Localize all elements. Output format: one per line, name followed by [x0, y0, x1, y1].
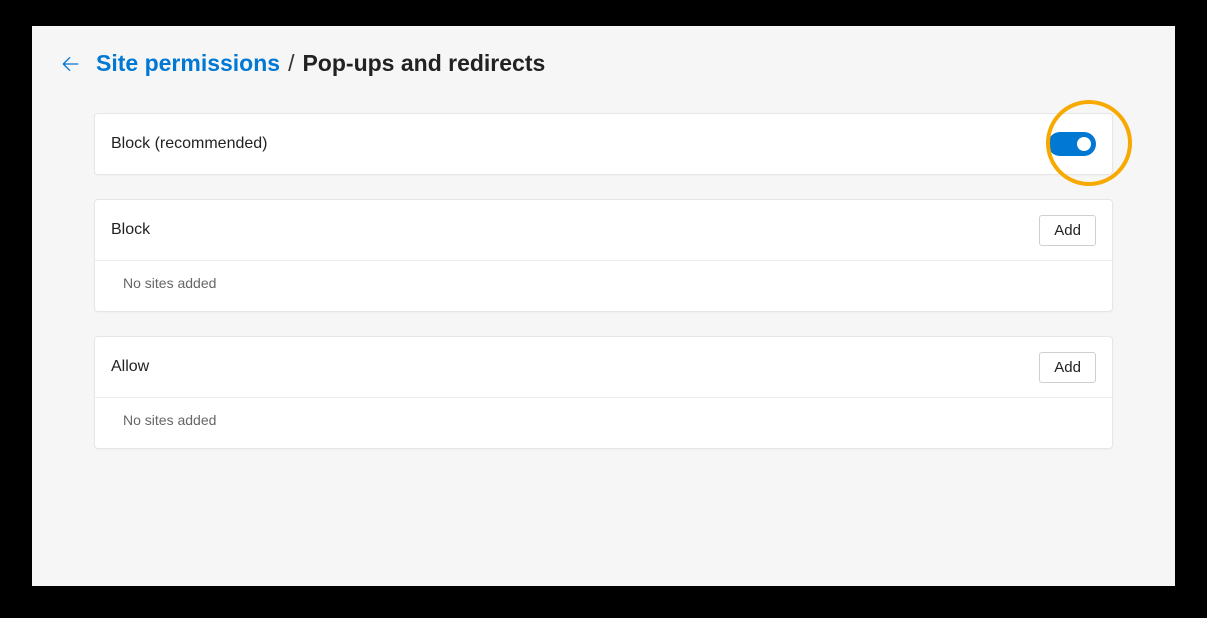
allow-list-body: No sites added [95, 397, 1112, 448]
block-recommended-card: Block (recommended) [94, 113, 1113, 175]
settings-page: Site permissions / Pop-ups and redirects… [32, 26, 1175, 586]
breadcrumb-row: Site permissions / Pop-ups and redirects [60, 50, 1147, 77]
block-list-body: No sites added [95, 260, 1112, 311]
breadcrumb-parent-link[interactable]: Site permissions [96, 50, 280, 77]
block-recommended-label: Block (recommended) [111, 135, 268, 153]
allow-empty-text: No sites added [123, 412, 216, 428]
block-add-button[interactable]: Add [1039, 215, 1096, 246]
allow-list-title: Allow [111, 358, 149, 376]
block-list-title: Block [111, 221, 150, 239]
breadcrumb-separator: / [288, 50, 294, 77]
toggle-knob-icon [1077, 137, 1091, 151]
block-list-card: Block Add No sites added [94, 199, 1113, 312]
breadcrumb-current: Pop-ups and redirects [302, 50, 545, 77]
block-recommended-toggle[interactable] [1048, 132, 1096, 156]
block-recommended-row: Block (recommended) [95, 114, 1112, 174]
breadcrumb: Site permissions / Pop-ups and redirects [96, 50, 545, 77]
allow-add-button[interactable]: Add [1039, 352, 1096, 383]
allow-list-card: Allow Add No sites added [94, 336, 1113, 449]
block-list-header: Block Add [95, 200, 1112, 260]
settings-cards: Block (recommended) Block Add No sites a… [94, 113, 1113, 449]
back-arrow-icon[interactable] [60, 54, 80, 74]
block-empty-text: No sites added [123, 275, 216, 291]
allow-list-header: Allow Add [95, 337, 1112, 397]
